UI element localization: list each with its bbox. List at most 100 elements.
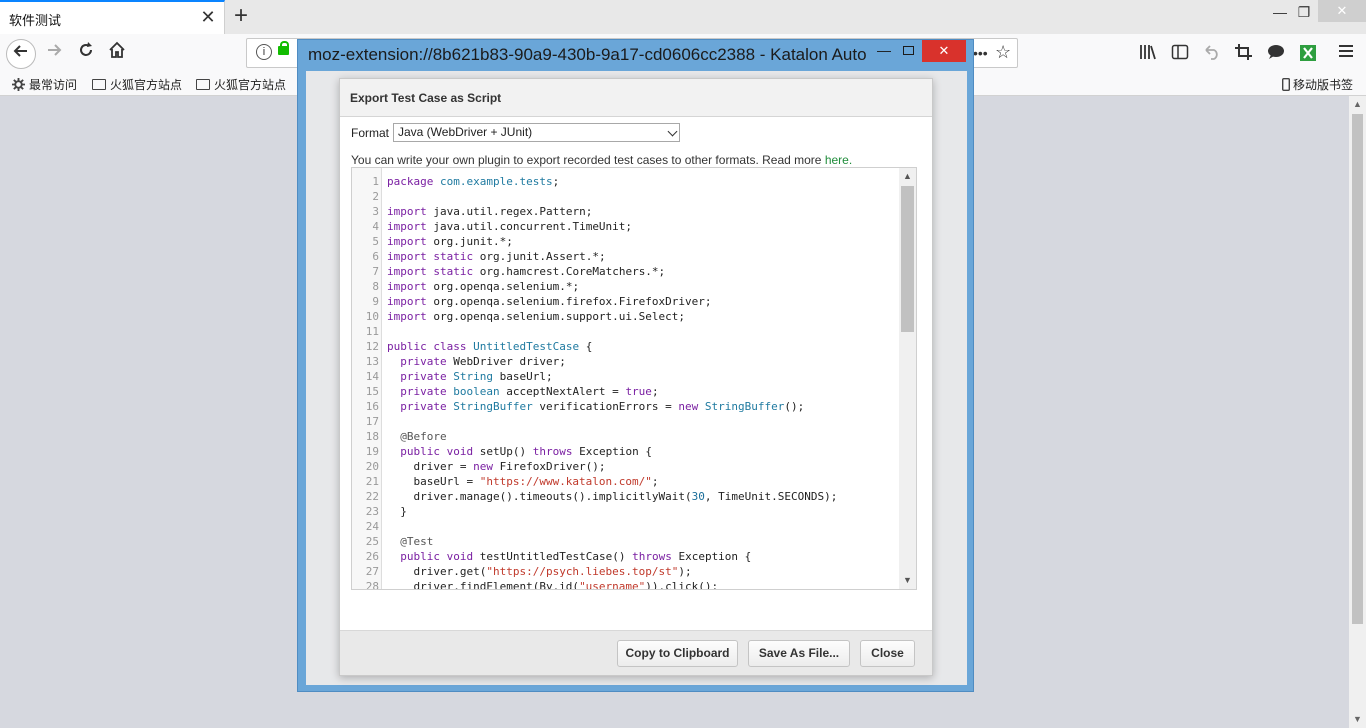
code-text: import org.openqa.selenium.*; bbox=[387, 279, 579, 294]
library-icon[interactable] bbox=[1138, 44, 1158, 65]
code-token: static bbox=[433, 250, 474, 263]
code-token: new bbox=[473, 460, 493, 473]
code-token: org.openqa.selenium.*; bbox=[426, 280, 580, 293]
line-number: 7 bbox=[372, 265, 379, 278]
folder-icon bbox=[92, 79, 106, 90]
bookmark-most-visited[interactable]: 最常访问 bbox=[12, 76, 77, 93]
tab-bar: 软件测试 ✕ + — ❐ ✕ bbox=[0, 0, 1366, 34]
scroll-up-icon[interactable]: ▲ bbox=[1349, 96, 1366, 113]
popup-maximize-icon[interactable] bbox=[903, 46, 914, 55]
code-line: 18 @Before bbox=[352, 429, 900, 444]
code-line: 10 import org.openqa.selenium.support.ui.… bbox=[352, 309, 900, 324]
code-token: { bbox=[579, 340, 593, 353]
code-token: Exception { bbox=[671, 550, 752, 563]
code-text: import static org.hamcrest.CoreMatchers.… bbox=[387, 264, 665, 279]
read-more-link[interactable]: here. bbox=[825, 153, 852, 167]
code-text: import static org.junit.Assert.*; bbox=[387, 249, 606, 264]
browser-tab[interactable]: 软件测试 ✕ bbox=[0, 0, 225, 34]
code-token: void bbox=[446, 550, 474, 563]
undo-icon[interactable] bbox=[1202, 44, 1222, 65]
chevron-down-icon bbox=[667, 126, 678, 137]
sidebar-icon[interactable] bbox=[1170, 44, 1190, 65]
code-text: driver.get("https://psych.liebes.top/st"… bbox=[387, 564, 692, 579]
editor-scroll-thumb[interactable] bbox=[901, 186, 914, 332]
line-number: 21 bbox=[365, 475, 379, 488]
code-text: import org.openqa.selenium.firefox.Firef… bbox=[387, 294, 712, 309]
format-select[interactable]: Java (WebDriver + JUnit) bbox=[393, 123, 680, 142]
window-close-button[interactable]: ✕ bbox=[1318, 0, 1366, 22]
home-icon[interactable] bbox=[103, 39, 131, 67]
line-number: 5 bbox=[372, 235, 379, 248]
page-actions-icon[interactable]: ••• bbox=[973, 45, 988, 61]
crop-icon[interactable] bbox=[1234, 44, 1254, 65]
code-text: public class UntitledTestCase { bbox=[387, 339, 592, 354]
code-line: 25 @Test bbox=[352, 534, 900, 549]
menu-icon[interactable] bbox=[1336, 44, 1356, 63]
scroll-thumb[interactable] bbox=[1352, 114, 1363, 624]
code-token: ; bbox=[651, 385, 659, 398]
code-text: package com.example.tests; bbox=[387, 174, 559, 189]
page-scrollbar[interactable]: ▲ ▼ bbox=[1349, 96, 1366, 728]
tab-title: 软件测试 bbox=[9, 13, 62, 28]
code-text: public void setUp() throws Exception { bbox=[387, 444, 652, 459]
code-token: static bbox=[433, 265, 474, 278]
code-token: import bbox=[387, 250, 427, 263]
code-token: verificationErrors = bbox=[532, 400, 679, 413]
forward-arrow-icon[interactable] bbox=[40, 39, 68, 67]
katalon-extension-icon[interactable] bbox=[1298, 44, 1318, 67]
editor-scrollbar[interactable]: ▲ ▼ bbox=[899, 168, 916, 589]
plugin-hint: You can write your own plugin to export … bbox=[351, 153, 852, 167]
minimize-icon[interactable]: — bbox=[1270, 4, 1290, 20]
new-tab-icon[interactable]: + bbox=[229, 2, 253, 30]
code-token: import bbox=[387, 205, 427, 218]
line-number: 28 bbox=[365, 580, 379, 590]
line-number: 16 bbox=[365, 400, 379, 413]
bookmark-firefox-site-2[interactable]: 火狐官方站点 bbox=[196, 76, 286, 93]
line-number: 25 bbox=[365, 535, 379, 548]
reload-icon[interactable] bbox=[72, 39, 100, 67]
code-token: ); bbox=[678, 565, 692, 578]
code-token: public bbox=[387, 340, 427, 353]
bookmark-firefox-site-1[interactable]: 火狐官方站点 bbox=[92, 76, 182, 93]
code-line: 22 driver.manage().timeouts().implicitly… bbox=[352, 489, 900, 504]
line-number: 15 bbox=[365, 385, 379, 398]
back-arrow-icon[interactable] bbox=[6, 39, 36, 69]
code-line: 11 bbox=[352, 324, 900, 339]
code-line: 7 import static org.hamcrest.CoreMatchers… bbox=[352, 264, 900, 279]
site-info-icon[interactable]: i bbox=[256, 44, 272, 60]
bookmark-label: 最常访问 bbox=[29, 78, 78, 92]
code-line: 24 bbox=[352, 519, 900, 534]
popup-close-button[interactable]: ✕ bbox=[922, 40, 966, 62]
line-number: 1 bbox=[372, 175, 379, 188]
code-editor[interactable]: 1 package com.example.tests; 2 3 import java… bbox=[351, 167, 917, 590]
code-token: import bbox=[387, 280, 427, 293]
code-token: FirefoxDriver(); bbox=[492, 460, 606, 473]
code-token: ; bbox=[651, 475, 659, 488]
code-token: String bbox=[453, 370, 493, 383]
code-token: , TimeUnit.SECONDS); bbox=[704, 490, 838, 503]
tab-close-icon[interactable]: ✕ bbox=[199, 7, 217, 28]
code-token: driver = bbox=[387, 460, 474, 473]
line-number: 2 bbox=[372, 190, 379, 203]
scroll-down-icon[interactable]: ▼ bbox=[1349, 711, 1366, 728]
line-number: 19 bbox=[365, 445, 379, 458]
code-token: import bbox=[387, 295, 427, 308]
bookmark-star-icon[interactable]: ☆ bbox=[995, 42, 1011, 63]
chat-icon[interactable] bbox=[1266, 44, 1286, 65]
scroll-down-icon[interactable]: ▼ bbox=[899, 572, 916, 589]
close-button[interactable]: Close bbox=[860, 640, 915, 667]
copy-to-clipboard-button[interactable]: Copy to Clipboard bbox=[617, 640, 738, 667]
line-number: 14 bbox=[365, 370, 379, 383]
restore-icon[interactable]: ❐ bbox=[1294, 4, 1314, 21]
bookmark-mobile[interactable]: 移动版书签 bbox=[1281, 76, 1353, 93]
code-token: @Before bbox=[387, 430, 447, 443]
popup-minimize-icon[interactable]: — bbox=[876, 42, 892, 58]
save-as-file-button[interactable]: Save As File... bbox=[748, 640, 850, 667]
code-token: class bbox=[433, 340, 467, 353]
code-line: 9 import org.openqa.selenium.firefox.Fire… bbox=[352, 294, 900, 309]
scroll-up-icon[interactable]: ▲ bbox=[899, 168, 916, 185]
